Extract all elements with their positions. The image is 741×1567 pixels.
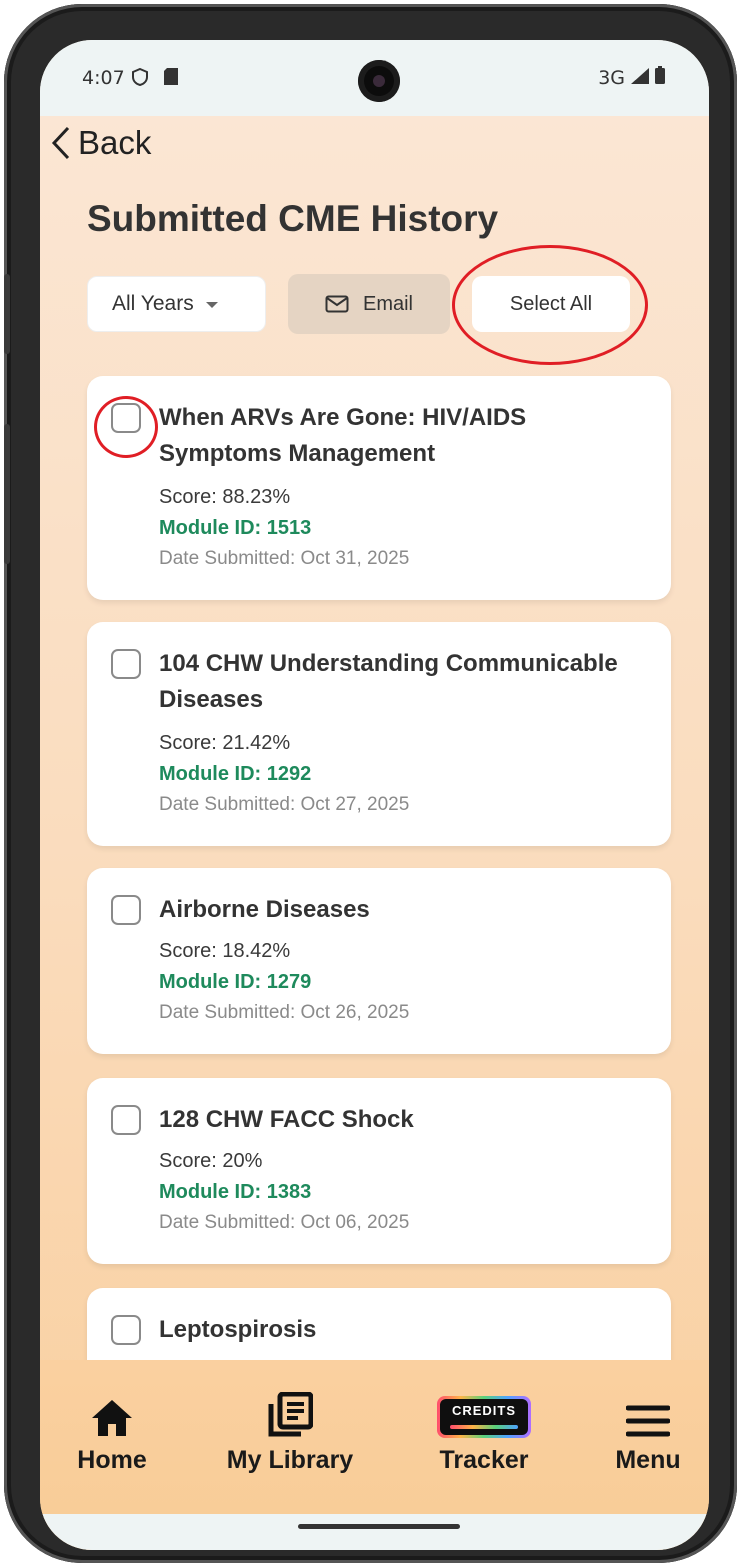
- chevron-left-icon: [51, 126, 70, 160]
- front-camera: [358, 60, 400, 102]
- status-time: 4:07: [82, 67, 125, 89]
- email-label: Email: [362, 292, 413, 315]
- record-date: Date Submitted: Oct 06, 2025: [159, 1212, 410, 1233]
- record-checkbox[interactable]: [111, 895, 141, 925]
- screen: 4:07 3G Back Submitted CME History All Y…: [40, 40, 709, 1550]
- network-type: 3G: [598, 66, 625, 89]
- bottom-nav: Home My Library CREDITS Tracker Menu: [40, 1390, 709, 1490]
- library-icon: [267, 1390, 313, 1438]
- record-title: When ARVs Are Gone: HIV/AIDS Symptoms Ma…: [159, 404, 527, 467]
- record-date: Date Submitted: Oct 31, 2025: [159, 548, 410, 569]
- record-module-id: Module ID: 1383: [159, 1181, 312, 1203]
- record-checkbox[interactable]: [111, 1105, 141, 1135]
- nav-tracker-label: Tracker: [439, 1446, 529, 1474]
- record-module-id: Module ID: 1279: [159, 971, 312, 993]
- signal-icon: [631, 67, 649, 89]
- side-button: [4, 274, 10, 354]
- record-score: Score: 18.42%: [159, 940, 291, 962]
- record-module-id: Module ID: 1292: [159, 763, 312, 785]
- year-filter-dropdown[interactable]: All Years: [87, 276, 266, 332]
- record-card[interactable]: 104 CHW Understanding Communicable Disea…: [87, 622, 671, 846]
- credits-tracker-icon: CREDITS: [437, 1390, 531, 1438]
- nav-menu-label: Menu: [615, 1446, 681, 1474]
- nav-tracker[interactable]: CREDITS Tracker: [434, 1390, 534, 1475]
- record-score: Score: 21.42%: [159, 732, 291, 754]
- record-title: 104 CHW Understanding Communicable Disea…: [159, 650, 618, 713]
- mail-icon: [325, 295, 349, 313]
- record-score: Score: 20%: [159, 1150, 263, 1172]
- record-title: Leptospirosis: [159, 1316, 317, 1343]
- record-date: Date Submitted: Oct 27, 2025: [159, 794, 410, 815]
- home-icon: [90, 1390, 134, 1438]
- credits-badge-text: CREDITS: [451, 1403, 517, 1418]
- record-module-id: Module ID: 1513: [159, 517, 312, 539]
- record-title: Airborne Diseases: [159, 896, 370, 923]
- back-button[interactable]: Back: [50, 124, 151, 162]
- caret-down-icon: [205, 302, 218, 308]
- side-button: [4, 424, 10, 564]
- status-bar: 4:07 3G: [40, 40, 709, 116]
- record-score: Score: 88.23%: [159, 486, 291, 508]
- record-title: 128 CHW FACC Shock: [159, 1106, 414, 1133]
- phone-frame: 4:07 3G Back Submitted CME History All Y…: [4, 4, 737, 1563]
- nav-menu[interactable]: Menu: [606, 1390, 690, 1475]
- sim-card-icon: [164, 68, 178, 90]
- record-card[interactable]: 128 CHW FACC Shock Score: 20% Module ID:…: [87, 1078, 671, 1264]
- home-gesture-handle[interactable]: [298, 1524, 460, 1529]
- battery-icon: [655, 66, 665, 89]
- record-card[interactable]: Airborne Diseases Score: 18.42% Module I…: [87, 868, 671, 1054]
- record-date: Date Submitted: Oct 26, 2025: [159, 1002, 410, 1023]
- annotation-circle-checkbox: [94, 396, 158, 458]
- back-label: Back: [78, 124, 152, 161]
- status-right: 3G: [598, 66, 665, 89]
- record-checkbox[interactable]: [111, 649, 141, 679]
- nav-home-label: Home: [77, 1446, 147, 1474]
- nav-home[interactable]: Home: [70, 1390, 154, 1475]
- email-button[interactable]: Email: [288, 274, 450, 334]
- year-filter-value: All Years: [112, 292, 194, 315]
- hamburger-menu-icon: [626, 1390, 670, 1438]
- nav-my-library[interactable]: My Library: [220, 1390, 360, 1475]
- gesture-bar-area: [40, 1514, 709, 1550]
- nav-my-library-label: My Library: [226, 1446, 354, 1474]
- annotation-circle-select-all: [452, 245, 648, 365]
- record-checkbox[interactable]: [111, 1315, 141, 1345]
- shield-icon: [132, 67, 148, 91]
- record-card[interactable]: When ARVs Are Gone: HIV/AIDS Symptoms Ma…: [87, 376, 671, 600]
- page-title: Submitted CME History: [87, 198, 499, 239]
